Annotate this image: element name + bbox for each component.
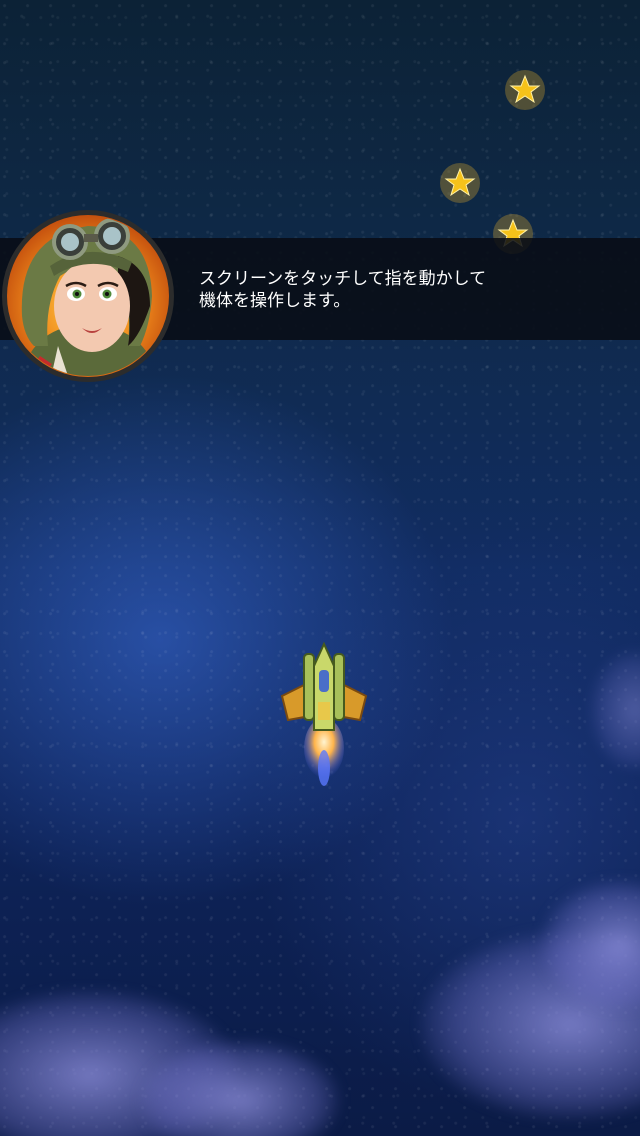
pilot-portrait-icon — [2, 210, 174, 382]
star-icon — [505, 70, 545, 110]
game-screen[interactable]: スクリーンをタッチして指を動かして 機体を操作します。 — [0, 0, 640, 1136]
fighter-jet-icon[interactable] — [276, 640, 372, 790]
star-icon — [440, 163, 480, 203]
dialog-line-2: 機体を操作します。 — [199, 291, 351, 311]
dialog-line-1: スクリーンをタッチして指を動かして — [199, 269, 487, 289]
tutorial-dialog-text: スクリーンをタッチして指を動かして 機体を操作します。 — [199, 268, 619, 312]
